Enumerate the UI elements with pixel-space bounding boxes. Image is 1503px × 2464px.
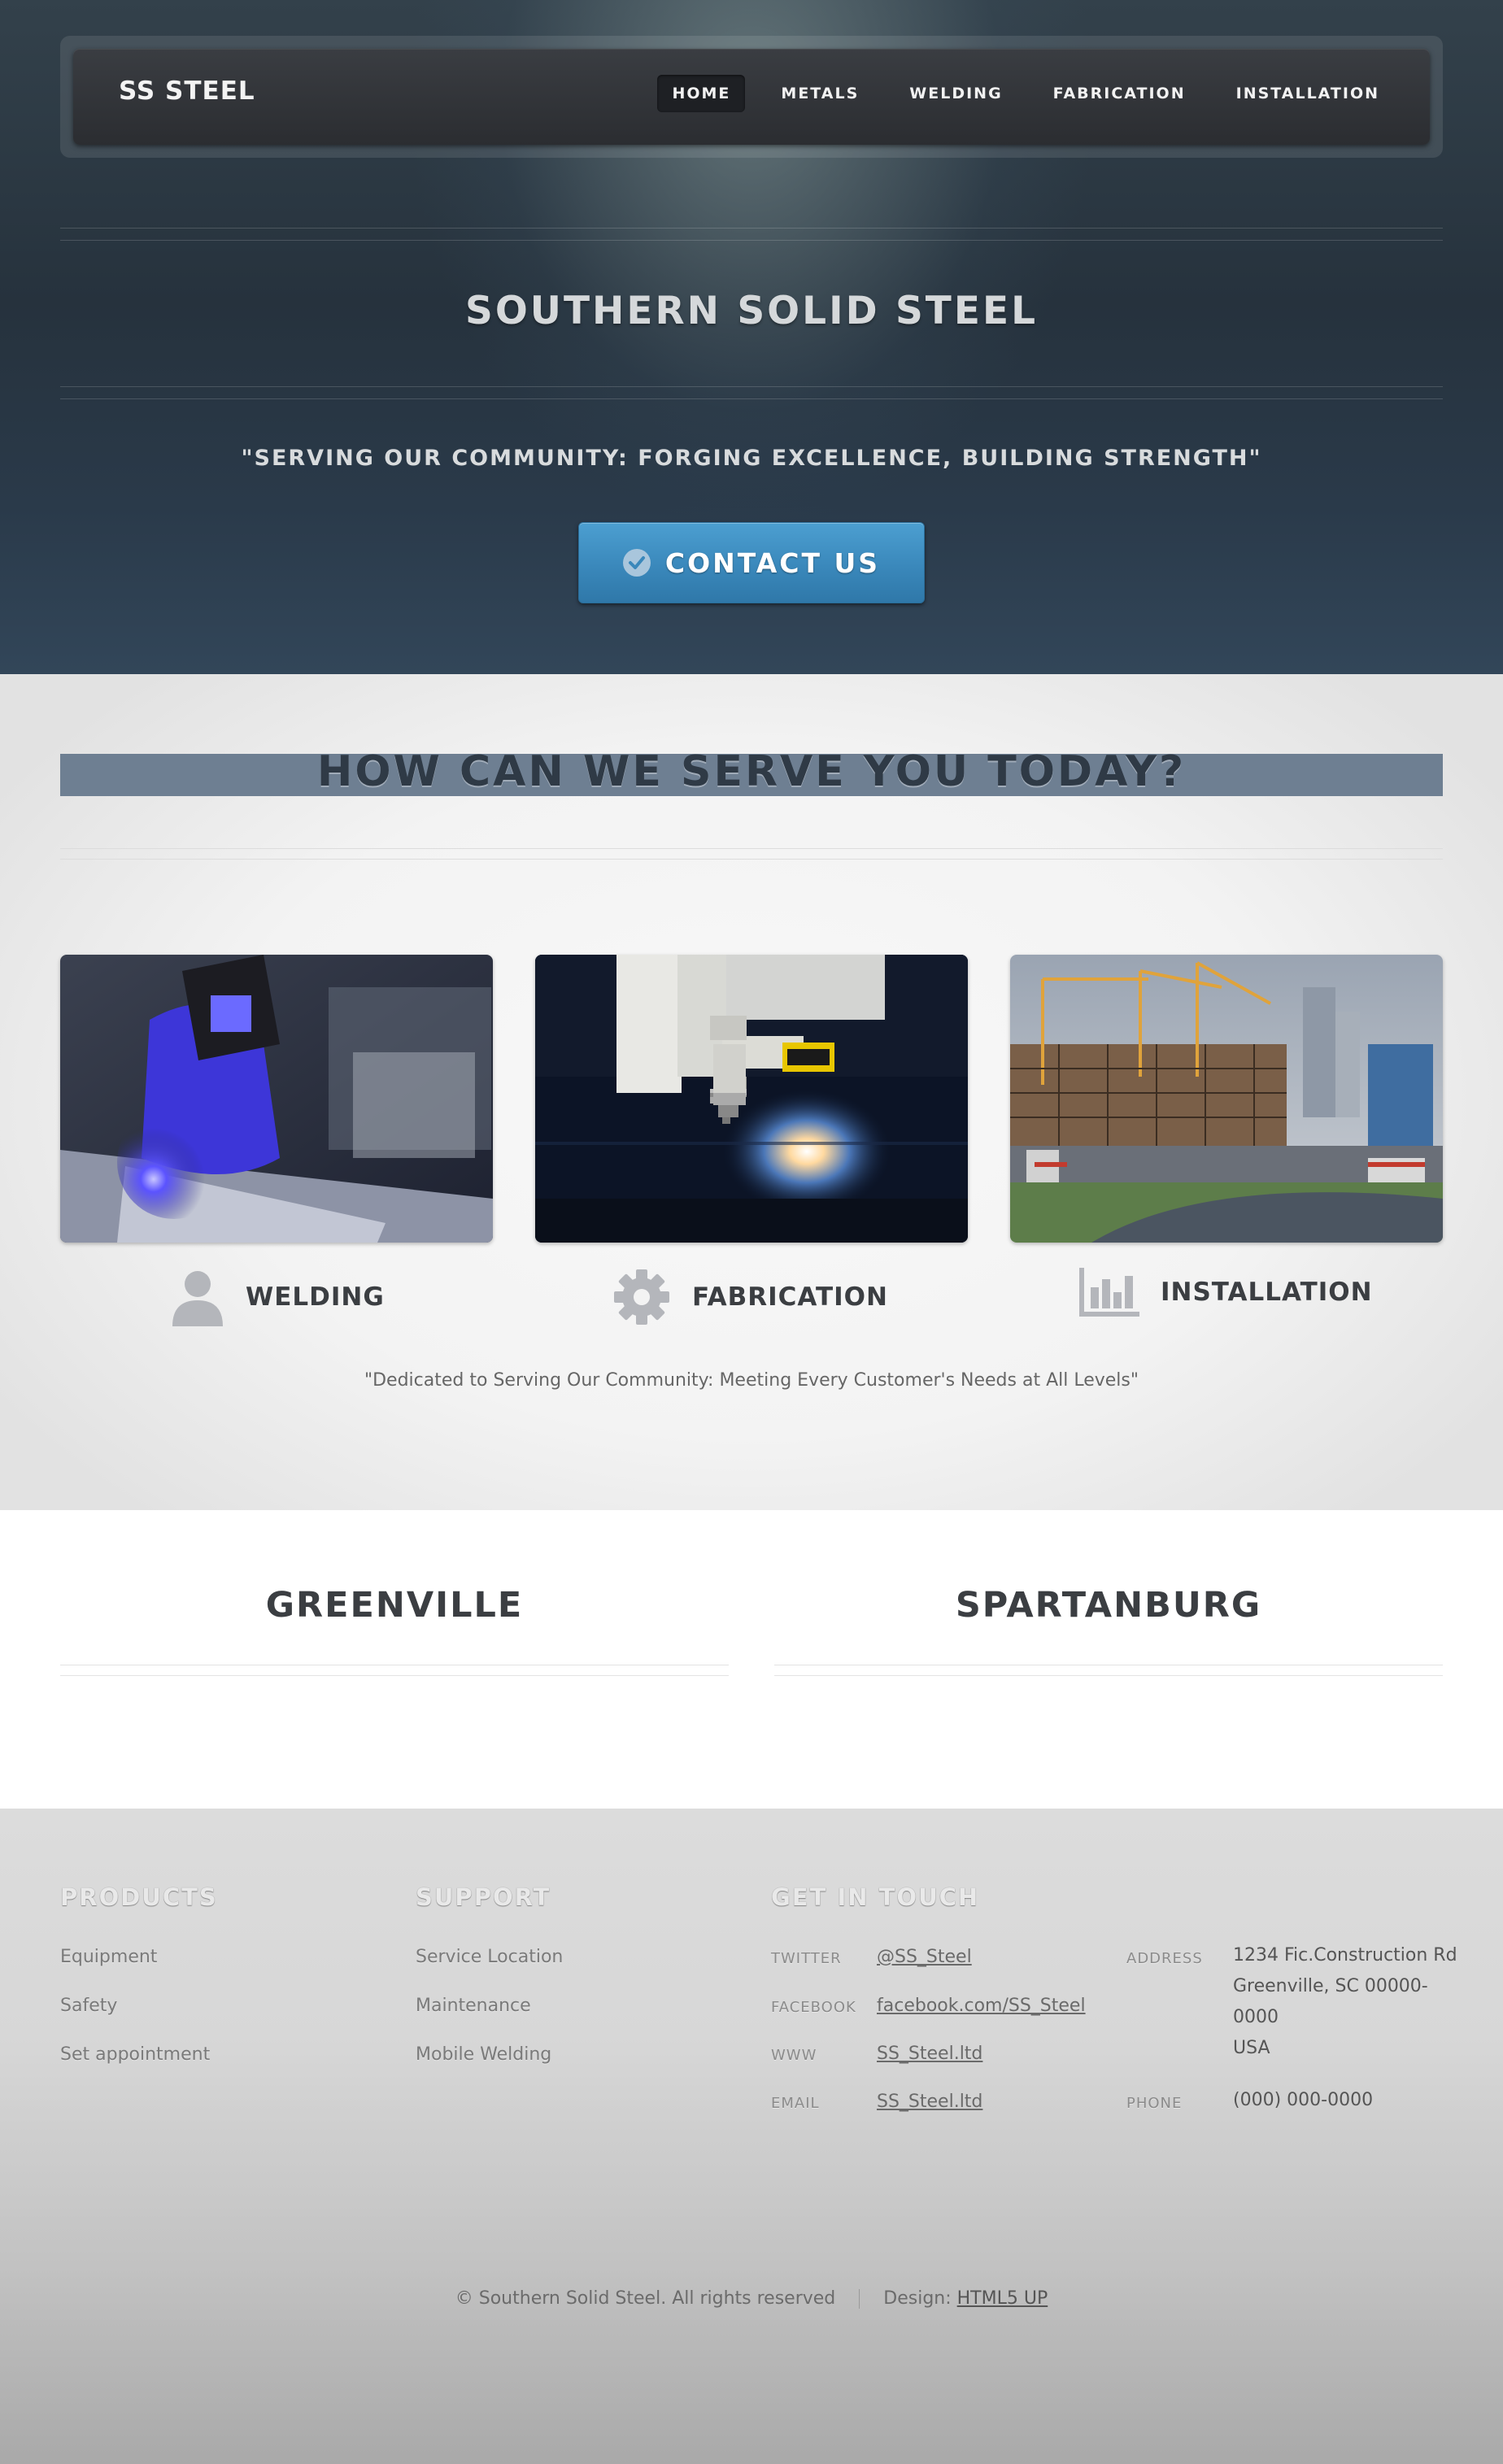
nav-item-welding[interactable]: WELDING [895,75,1017,112]
service-label-welding: WELDING [246,1282,385,1312]
footer-link-mobile-welding[interactable]: Mobile Welding [416,2044,551,2065]
footer-heading-support: SUPPORT [416,1883,551,1911]
bar-chart-icon [1079,1268,1139,1317]
contact-us-label: CONTACT US [664,546,881,579]
user-icon [172,1271,223,1326]
footer-link-equipment[interactable]: Equipment [60,1947,157,1967]
welder-photo[interactable] [60,955,493,1243]
footer-link-maintenance[interactable]: Maintenance [416,1996,531,2016]
design-label: Design: [883,2288,952,2309]
nav-item-fabrication[interactable]: FABRICATION [1039,75,1200,112]
address-line: USA [1233,2038,1270,2058]
contact-phone: (000) 000-0000 [1233,2090,1374,2110]
locations-section: GREENVILLE SPARTANBURG [0,1510,1503,1809]
location-spartanburg: SPARTANBURG [955,1585,1262,1626]
contact-address: 1234 Fic.Construction Rd Greenville, SC … [1233,1940,1457,2064]
contact-key-facebook: FACEBOOK [771,1999,856,2016]
nav-wrapper: SS STEEL HOME METALS WELDING FABRICATION… [60,36,1443,158]
contact-key-email: EMAIL [771,2095,820,2112]
contact-key-address: ADDRESS [1126,1950,1203,1967]
service-installation[interactable]: INSTALLATION [1079,1268,1373,1317]
contact-key-twitter: TWITTER [771,1950,842,1967]
contact-key-phone: PHONE [1126,2095,1183,2112]
contact-twitter-link[interactable]: @SS_Steel [877,1947,972,1967]
construction-site-photo[interactable] [1010,955,1443,1243]
navbar: SS STEEL HOME METALS WELDING FABRICATION… [73,49,1430,145]
header: SS STEEL HOME METALS WELDING FABRICATION… [0,0,1503,674]
divider [60,386,1443,399]
gear-icon [614,1269,669,1325]
site-logo[interactable]: SS STEEL [119,76,255,106]
footer-link-service-location[interactable]: Service Location [416,1947,563,1967]
services-section: HOW CAN WE SERVE YOU TODAY? WELDING FABR… [0,674,1503,1510]
footer: PRODUCTS Equipment Safety Set appointmen… [0,1809,1503,2464]
contact-facebook-link[interactable]: facebook.com/SS_Steel [877,1996,1086,2016]
contact-us-button[interactable]: CONTACT US [578,522,925,603]
divider [60,1665,729,1676]
copyright-text: © Southern Solid Steel. All rights reser… [455,2288,836,2309]
service-welding[interactable]: WELDING [171,1268,385,1326]
service-fabrication[interactable]: FABRICATION [612,1268,888,1326]
contact-email-link[interactable]: SS_Steel.ltd [877,2092,982,2112]
footer-heading-contact: GET IN TOUCH [771,1883,980,1911]
nav-item-metals[interactable]: METALS [766,75,873,112]
check-circle-icon [622,549,651,577]
nav-item-home[interactable]: HOME [657,75,746,112]
service-label-installation: INSTALLATION [1161,1278,1373,1307]
footer-link-set-appointment[interactable]: Set appointment [60,2044,210,2065]
contact-www-link[interactable]: SS_Steel.ltd [877,2044,982,2064]
design-credit-link[interactable]: HTML5 UP [957,2288,1048,2309]
address-line: Greenville, SC 00000- [1233,1976,1428,1996]
services-quote: "Dedicated to Serving Our Community: Mee… [364,1370,1139,1391]
address-line: 0000 [1233,2007,1279,2027]
footer-link-safety[interactable]: Safety [60,1996,117,2016]
nav-item-installation[interactable]: INSTALLATION [1222,75,1394,112]
hero-title: SOUTHERN SOLID STEEL [464,289,1039,333]
location-greenville: GREENVILLE [265,1585,524,1626]
separator [859,2289,860,2309]
divider [60,848,1443,860]
contact-key-www: WWW [771,2047,817,2064]
divider [60,228,1443,241]
divider [774,1665,1443,1676]
services-heading: HOW CAN WE SERVE YOU TODAY? [316,747,1187,796]
address-line: 1234 Fic.Construction Rd [1233,1945,1457,1966]
nav-menu: HOME METALS WELDING FABRICATION INSTALLA… [644,75,1394,112]
laser-cutter-photo[interactable] [535,955,968,1243]
footer-heading-products: PRODUCTS [60,1883,218,1911]
service-label-fabrication: FABRICATION [692,1282,888,1312]
hero-tagline: "SERVING OUR COMMUNITY: FORGING EXCELLEN… [241,446,1262,471]
copyright-bar: © Southern Solid Steel. All rights reser… [0,2288,1503,2309]
